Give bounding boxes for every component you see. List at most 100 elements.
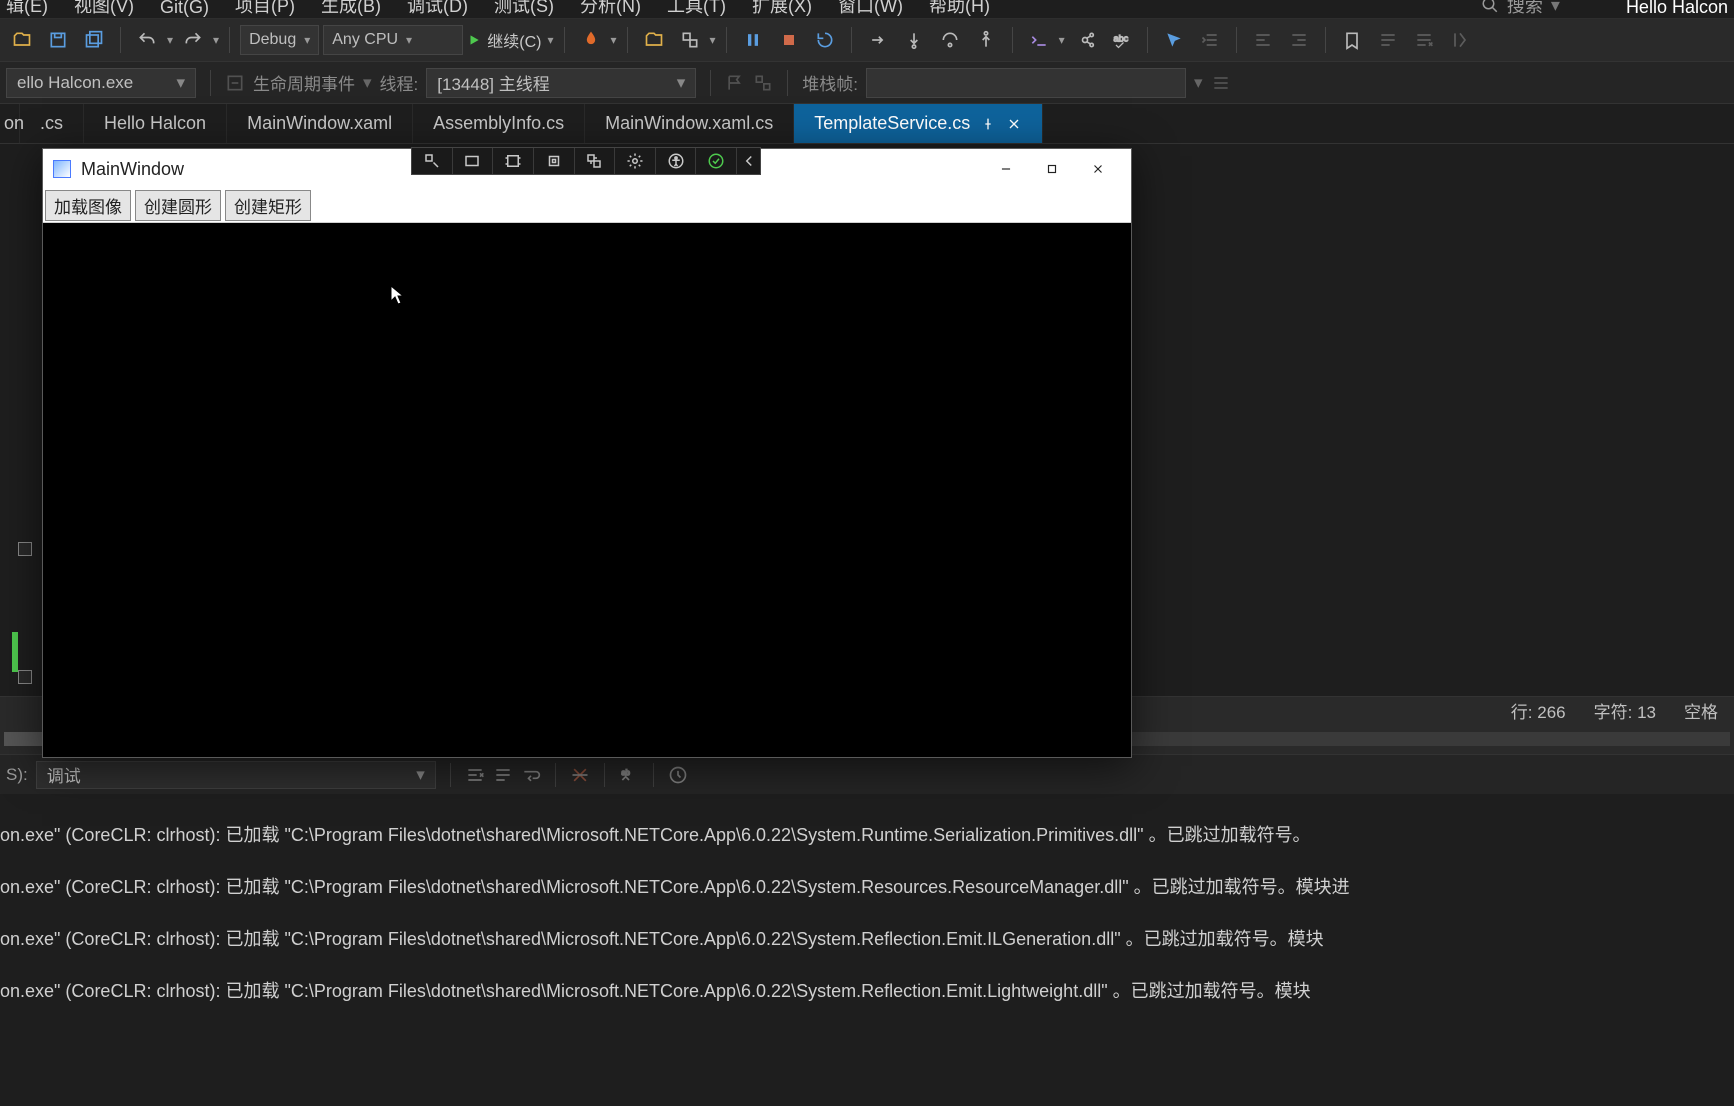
- tab-1[interactable]: Hello Halcon: [84, 104, 227, 143]
- process-select[interactable]: ello Halcon.exe ▾: [6, 68, 196, 98]
- step-next-button[interactable]: [862, 24, 894, 56]
- output-toolbar: S): 调试 ▾ ab: [0, 754, 1734, 794]
- step-out-button[interactable]: [970, 24, 1002, 56]
- main-toolbar: Debug Any CPU 继续(C) abc: [0, 18, 1734, 62]
- create-circle-button[interactable]: 创建圆形: [135, 190, 221, 221]
- menu-view[interactable]: 视图(V): [74, 0, 134, 18]
- menu-debug[interactable]: 调试(D): [407, 0, 468, 18]
- open-file-button[interactable]: [6, 24, 38, 56]
- menu-test[interactable]: 测试(S): [494, 0, 554, 18]
- flag-icon[interactable]: [725, 73, 745, 93]
- output-source-value: 调试: [47, 762, 81, 787]
- uncomment-button[interactable]: [1408, 24, 1440, 56]
- indent-button[interactable]: [1194, 24, 1226, 56]
- app-title: Hello Halcon: [1626, 0, 1728, 18]
- stop-button[interactable]: [773, 24, 805, 56]
- menu-analyze[interactable]: 分析(N): [580, 0, 641, 18]
- tab-5[interactable]: TemplateService.cs: [794, 104, 1043, 143]
- tab-4[interactable]: MainWindow.xaml.cs: [585, 104, 794, 143]
- settings-gear-icon[interactable]: [614, 148, 655, 174]
- search-box[interactable]: 搜索 ▾: [1481, 0, 1560, 18]
- redo-button[interactable]: [177, 24, 209, 56]
- tab-label: MainWindow.xaml.cs: [605, 113, 773, 134]
- menu-tools[interactable]: 工具(T): [667, 0, 726, 18]
- threads-icon[interactable]: [753, 73, 773, 93]
- cursor-button[interactable]: [1158, 24, 1190, 56]
- line-indicator[interactable]: 行: 266: [1511, 698, 1566, 723]
- clock-icon[interactable]: [668, 765, 688, 785]
- diagnostic-ok-icon[interactable]: [695, 148, 736, 174]
- accessibility-icon[interactable]: [655, 148, 696, 174]
- clear-output-icon[interactable]: [465, 765, 485, 785]
- output-source-select[interactable]: 调试 ▾: [36, 761, 436, 789]
- platform-select[interactable]: Any CPU: [323, 25, 463, 55]
- bookmark-button[interactable]: [1336, 24, 1368, 56]
- hot-reload-button[interactable]: [575, 24, 607, 56]
- lifecycle-icon[interactable]: [225, 73, 245, 93]
- intellicode-button[interactable]: [1023, 24, 1055, 56]
- display-layout-icon[interactable]: [492, 148, 533, 174]
- tab-2[interactable]: MainWindow.xaml: [227, 104, 413, 143]
- maximize-button[interactable]: [1029, 149, 1075, 189]
- undo-button[interactable]: [131, 24, 163, 56]
- output-line: on.exe" (CoreCLR: clrhost): 已加载 "C:\Prog…: [0, 822, 1734, 848]
- menu-git[interactable]: Git(G): [160, 0, 209, 18]
- find-icon[interactable]: ab: [619, 765, 639, 785]
- menu-project[interactable]: 项目(P): [235, 0, 295, 18]
- halcon-canvas[interactable]: [43, 223, 1131, 757]
- fold-toggle-icon[interactable]: [18, 670, 32, 684]
- open-folder-button[interactable]: [638, 24, 670, 56]
- output-line: on.exe" (CoreCLR: clrhost): 已加载 "C:\Prog…: [0, 978, 1734, 1004]
- create-rect-button[interactable]: 创建矩形: [225, 190, 311, 221]
- continue-button[interactable]: 继续(C): [467, 28, 553, 52]
- save-all-button[interactable]: [78, 24, 110, 56]
- load-image-button[interactable]: 加载图像: [45, 190, 131, 221]
- select-element-icon[interactable]: [452, 148, 493, 174]
- pause-button[interactable]: [737, 24, 769, 56]
- toggle-wrap-icon[interactable]: [493, 765, 513, 785]
- side-tab[interactable]: on: [0, 104, 20, 143]
- spell-check-button[interactable]: abc: [1105, 24, 1137, 56]
- stack-select[interactable]: [866, 68, 1186, 98]
- fold-toggle-icon[interactable]: [18, 542, 32, 556]
- menu-build[interactable]: 生成(B): [321, 0, 381, 18]
- close-button[interactable]: [1075, 149, 1121, 189]
- toggle-button[interactable]: [1444, 24, 1476, 56]
- lifecycle-label: 生命周期事件: [253, 70, 355, 95]
- search-icon: [1481, 0, 1499, 14]
- wrap-icon[interactable]: [521, 765, 541, 785]
- stack-settings-icon[interactable]: [1211, 73, 1231, 93]
- align-left-button[interactable]: [1247, 24, 1279, 56]
- clear-all-icon[interactable]: [570, 765, 590, 785]
- char-indicator[interactable]: 字符: 13: [1594, 698, 1656, 723]
- tab-3[interactable]: AssemblyInfo.cs: [413, 104, 585, 143]
- hot-reload-icon[interactable]: [574, 148, 615, 174]
- restart-button[interactable]: [809, 24, 841, 56]
- live-visual-tree-toolbar[interactable]: [411, 147, 761, 175]
- indent-indicator[interactable]: 空格: [1684, 698, 1718, 723]
- save-button[interactable]: [42, 24, 74, 56]
- output-panel[interactable]: on.exe" (CoreCLR: clrhost): 已加载 "C:\Prog…: [0, 794, 1734, 1106]
- menu-window[interactable]: 窗口(W): [838, 0, 903, 18]
- output-line: on.exe" (CoreCLR: clrhost): 已加载 "C:\Prog…: [0, 926, 1734, 952]
- tab-0[interactable]: .cs: [20, 104, 84, 143]
- comment-button[interactable]: [1372, 24, 1404, 56]
- pin-icon[interactable]: [980, 116, 996, 132]
- thread-select[interactable]: [13448] 主线程 ▾: [426, 68, 696, 98]
- track-focused-icon[interactable]: [533, 148, 574, 174]
- step-over-button[interactable]: [934, 24, 966, 56]
- minimize-button[interactable]: [983, 149, 1029, 189]
- tab-label: AssemblyInfo.cs: [433, 113, 564, 134]
- step-into-button[interactable]: [898, 24, 930, 56]
- menu-edit[interactable]: 辑(E): [6, 0, 48, 18]
- show-all-files-button[interactable]: [674, 24, 706, 56]
- menu-ext[interactable]: 扩展(X): [752, 0, 812, 18]
- close-icon[interactable]: [1006, 116, 1022, 132]
- thread-value: [13448] 主线程: [437, 70, 549, 95]
- collapse-toolbar-icon[interactable]: [736, 148, 760, 174]
- goto-live-visual-tree-icon[interactable]: [412, 148, 452, 174]
- config-select[interactable]: Debug: [240, 25, 319, 55]
- align-right-button[interactable]: [1283, 24, 1315, 56]
- live-share-button[interactable]: [1069, 24, 1101, 56]
- menu-help[interactable]: 帮助(H): [929, 0, 990, 18]
